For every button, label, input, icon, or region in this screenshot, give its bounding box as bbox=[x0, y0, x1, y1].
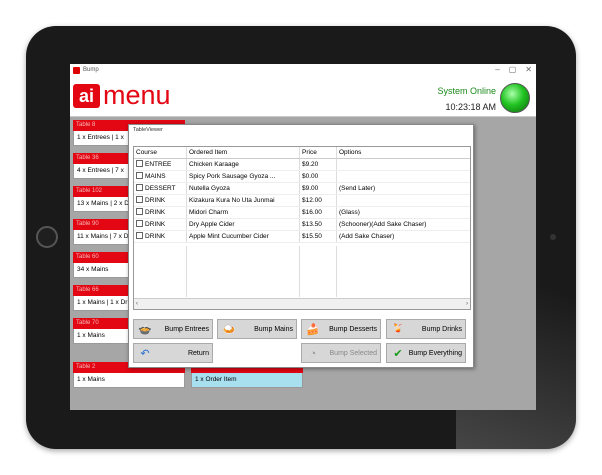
table-card-summary: 1 x Mains bbox=[73, 373, 185, 388]
bump-desserts-button[interactable]: 🍰 Bump Desserts bbox=[301, 319, 381, 339]
table-row[interactable]: MAINS Spicy Pork Sausage Gyoza ... $0.00 bbox=[134, 171, 470, 183]
price-cell: $16.00 bbox=[300, 207, 337, 218]
bump-drinks-label: Bump Drinks bbox=[421, 326, 462, 333]
row-checkbox[interactable] bbox=[136, 160, 143, 167]
item-cell: Nutella Gyoza bbox=[187, 183, 300, 194]
table-row[interactable]: DESSERT Nutella Gyoza $9.00 (Send Later) bbox=[134, 183, 470, 195]
course-cell: DRINK bbox=[145, 221, 166, 228]
return-arrow-icon: ↶ bbox=[140, 348, 150, 360]
online-indicator-light bbox=[500, 83, 530, 113]
close-button[interactable]: ✕ bbox=[525, 65, 532, 74]
scroll-left-icon[interactable]: ‹ bbox=[136, 299, 138, 309]
camera-lens bbox=[550, 234, 556, 240]
window-title: Bump bbox=[83, 67, 99, 73]
course-cell: MAINS bbox=[145, 173, 166, 180]
bump-mains-label: Bump Mains bbox=[254, 326, 293, 333]
price-cell: $15.50 bbox=[300, 231, 337, 242]
home-button[interactable] bbox=[36, 226, 58, 248]
row-checkbox[interactable] bbox=[136, 220, 143, 227]
table-row[interactable]: DRINK Midori Charm $16.00 (Glass) bbox=[134, 207, 470, 219]
column-header-item[interactable]: Ordered Item bbox=[187, 147, 300, 158]
clock: 10:23:18 AM bbox=[445, 102, 496, 112]
return-label: Return bbox=[187, 350, 209, 357]
options-cell bbox=[337, 159, 470, 170]
bump-entrees-button[interactable]: 🍲 Bump Entrees bbox=[133, 319, 213, 339]
app-header: ai menu System Online 10:23:18 AM bbox=[70, 78, 536, 117]
horizontal-scrollbar[interactable]: ‹ › bbox=[134, 298, 470, 309]
item-cell: Chicken Karaage bbox=[187, 159, 300, 170]
row-checkbox[interactable] bbox=[136, 172, 143, 179]
grid-header: Course Ordered Item Price Options bbox=[134, 147, 470, 159]
course-cell: ENTREE bbox=[145, 161, 172, 168]
column-header-price[interactable]: Price bbox=[300, 147, 337, 158]
window-titlebar: Bump – ▢ ✕ bbox=[70, 64, 536, 78]
screen: Bump – ▢ ✕ ai menu System Online 10:23:1… bbox=[70, 64, 536, 410]
row-checkbox[interactable] bbox=[136, 232, 143, 239]
row-checkbox[interactable] bbox=[136, 208, 143, 215]
return-button[interactable]: ↶ Return bbox=[133, 343, 213, 363]
course-cell: DRINK bbox=[145, 197, 166, 204]
item-cell: Apple Mint Cucumber Cider bbox=[187, 231, 300, 242]
item-cell: Dry Apple Cider bbox=[187, 219, 300, 230]
column-header-course[interactable]: Course bbox=[134, 147, 187, 158]
entree-dish-icon: 🍲 bbox=[138, 324, 152, 336]
price-cell: $12.00 bbox=[300, 195, 337, 206]
bump-everything-label: Bump Everything bbox=[408, 350, 462, 357]
checkmark-icon: ✔ bbox=[393, 348, 403, 360]
app-icon bbox=[73, 67, 80, 74]
drink-glass-icon: 🍹 bbox=[391, 324, 405, 336]
price-cell: $9.20 bbox=[300, 159, 337, 170]
bump-drinks-button[interactable]: 🍹 Bump Drinks bbox=[386, 319, 466, 339]
course-cell: DRINK bbox=[145, 209, 166, 216]
bump-everything-button[interactable]: ✔ Bump Everything bbox=[386, 343, 466, 363]
options-cell: (Send Later) bbox=[339, 185, 376, 192]
maximize-button[interactable]: ▢ bbox=[509, 65, 517, 74]
bump-selected-icon: ◔ bbox=[309, 348, 317, 360]
options-cell: (Add Sake Chaser) bbox=[339, 233, 395, 240]
grid-empty-area bbox=[134, 246, 470, 297]
course-cell: DESSERT bbox=[145, 185, 176, 192]
options-cell bbox=[337, 171, 470, 182]
bump-desserts-label: Bump Desserts bbox=[329, 326, 377, 333]
course-cell: DRINK bbox=[145, 233, 166, 240]
row-checkbox[interactable] bbox=[136, 196, 143, 203]
item-cell: Spicy Pork Sausage Gyoza ... bbox=[187, 171, 300, 182]
dessert-cake-icon: 🍰 bbox=[306, 324, 320, 336]
mains-plate-icon: 🍛 bbox=[222, 324, 236, 336]
table-viewer-dialog: TableViewer Course Ordered Item Price Op… bbox=[128, 124, 474, 368]
options-cell: (Schooner)(Add Sake Chaser) bbox=[339, 221, 427, 228]
options-cell bbox=[337, 195, 470, 206]
row-checkbox[interactable] bbox=[136, 184, 143, 191]
column-header-options[interactable]: Options bbox=[337, 147, 470, 158]
logo-text: menu bbox=[103, 80, 171, 110]
table-row[interactable]: ENTREE Chicken Karaage $9.20 bbox=[134, 159, 470, 171]
system-status: System Online bbox=[437, 86, 496, 96]
table-row[interactable]: DRINK Kizakura Kura No Uta Junmai $12.00 bbox=[134, 195, 470, 207]
dialog-title: TableViewer bbox=[133, 127, 163, 133]
logo-mark: ai bbox=[73, 84, 100, 108]
item-cell: Midori Charm bbox=[187, 207, 300, 218]
bump-selected-label: Bump Selected bbox=[329, 350, 377, 357]
order-grid: Course Ordered Item Price Options ENTREE… bbox=[133, 146, 471, 310]
price-cell: $9.00 bbox=[300, 183, 337, 194]
minimize-button[interactable]: – bbox=[495, 65, 499, 74]
price-cell: $13.50 bbox=[300, 219, 337, 230]
bump-mains-button[interactable]: 🍛 Bump Mains bbox=[217, 319, 297, 339]
bump-entrees-label: Bump Entrees bbox=[164, 326, 209, 333]
table-row[interactable]: DRINK Dry Apple Cider $13.50 (Schooner)(… bbox=[134, 219, 470, 231]
scroll-right-icon[interactable]: › bbox=[466, 299, 468, 309]
table-card-summary: 1 x Order Item bbox=[191, 373, 303, 388]
table-row[interactable]: DRINK Apple Mint Cucumber Cider $15.50 (… bbox=[134, 231, 470, 243]
item-cell: Kizakura Kura No Uta Junmai bbox=[187, 195, 300, 206]
price-cell: $0.00 bbox=[300, 171, 337, 182]
options-cell: (Glass) bbox=[339, 209, 360, 216]
bump-selected-button[interactable]: ◔ Bump Selected bbox=[301, 343, 381, 363]
